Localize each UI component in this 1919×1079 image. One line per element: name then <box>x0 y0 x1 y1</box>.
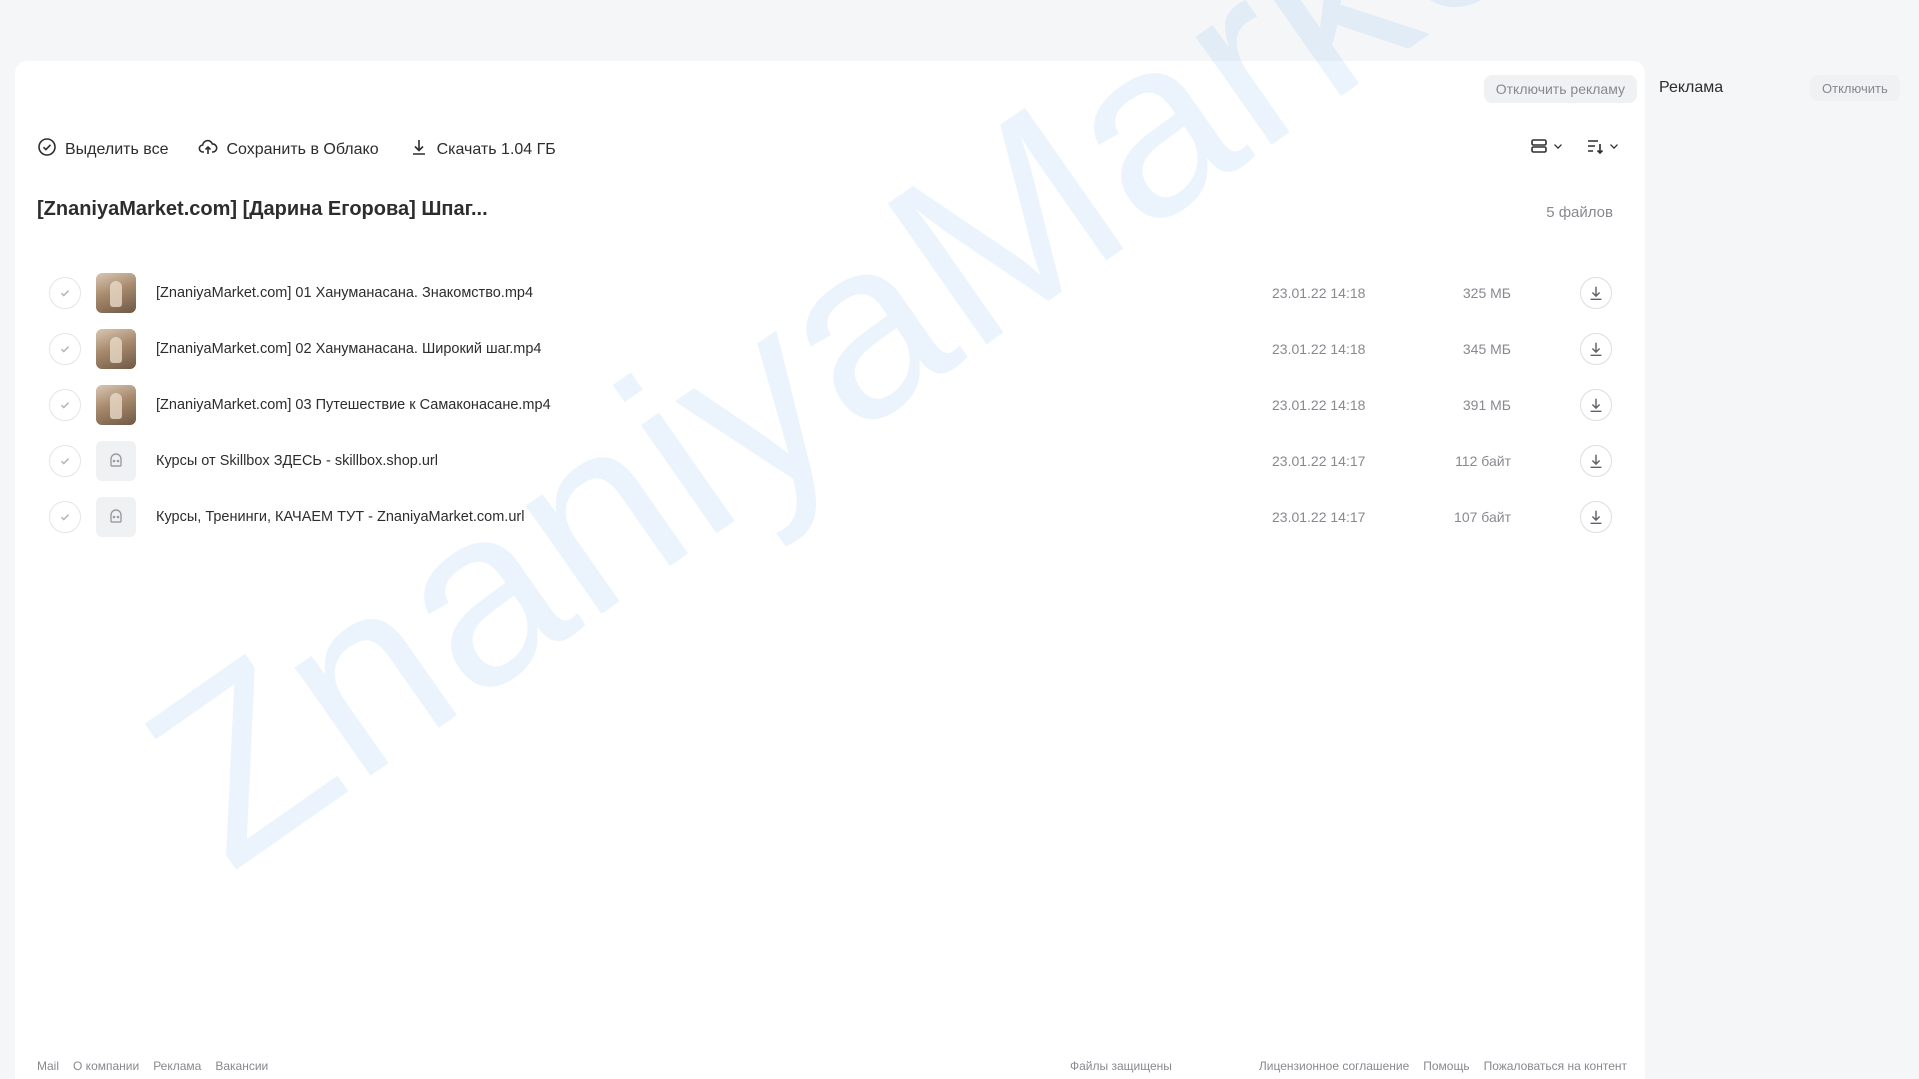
footer-link-jobs[interactable]: Вакансии <box>215 1059 268 1073</box>
sort-dropdown[interactable] <box>1585 136 1621 161</box>
file-row[interactable]: [ZnaniyaMarket.com] 01 Хануманасана. Зна… <box>47 265 1627 321</box>
file-row[interactable]: Курсы, Тренинги, КАЧАЕМ ТУТ - ZnaniyaMar… <box>47 489 1627 545</box>
file-size: 112 байт <box>1455 453 1511 469</box>
file-row[interactable]: [ZnaniyaMarket.com] 02 Хануманасана. Шир… <box>47 321 1627 377</box>
list-view-icon <box>1529 136 1549 161</box>
file-download-button[interactable] <box>1580 389 1612 421</box>
link-file-thumbnail <box>96 441 136 481</box>
file-list: [ZnaniyaMarket.com] 01 Хануманасана. Зна… <box>47 265 1627 545</box>
file-name[interactable]: [ZnaniyaMarket.com] 02 Хануманасана. Шир… <box>156 341 541 357</box>
chevron-down-icon <box>1551 139 1565 158</box>
file-date: 23.01.22 14:17 <box>1272 453 1366 469</box>
row-checkbox[interactable] <box>49 501 81 533</box>
download-icon <box>1590 342 1602 357</box>
footer-link-report[interactable]: Пожаловаться на контент <box>1484 1059 1627 1073</box>
row-checkbox[interactable] <box>49 333 81 365</box>
download-icon <box>1590 454 1602 469</box>
view-mode-dropdown[interactable] <box>1529 136 1565 161</box>
download-icon <box>1590 510 1602 525</box>
check-circle-icon <box>37 137 57 162</box>
file-size: 325 МБ <box>1462 285 1511 301</box>
chevron-down-icon <box>1607 139 1621 158</box>
file-download-button[interactable] <box>1580 277 1612 309</box>
footer-link-mail[interactable]: Mail <box>37 1059 59 1073</box>
file-date: 23.01.22 14:17 <box>1272 509 1366 525</box>
checkmark-icon <box>61 346 70 353</box>
disable-ads-button[interactable]: Отключить рекламу <box>1483 75 1637 103</box>
file-date: 23.01.22 14:18 <box>1272 397 1366 413</box>
file-name[interactable]: Курсы от Skillbox ЗДЕСЬ - skillbox.shop.… <box>156 453 438 469</box>
save-to-cloud-button[interactable]: Сохранить в Облако <box>198 137 379 162</box>
row-checkbox[interactable] <box>49 277 81 309</box>
toolbar: Выделить все Сохранить в Облако Скачать … <box>37 137 556 162</box>
row-checkbox[interactable] <box>49 445 81 477</box>
checkmark-icon <box>61 402 70 409</box>
main-panel: Отключить рекламу Выделить все Сохранить… <box>15 61 1645 1079</box>
download-icon <box>409 137 429 162</box>
video-thumbnail <box>96 273 136 313</box>
file-row[interactable]: Курсы от Skillbox ЗДЕСЬ - skillbox.shop.… <box>47 433 1627 489</box>
footer-link-ads[interactable]: Реклама <box>153 1059 201 1073</box>
sort-icon <box>1585 136 1605 161</box>
checkmark-icon <box>61 290 70 297</box>
link-file-icon <box>110 453 122 467</box>
footer-link-about[interactable]: О компании <box>73 1059 139 1073</box>
video-thumbnail <box>96 385 136 425</box>
footer-right-links: Лицензионное соглашение Помощь Пожаловат… <box>1259 1059 1627 1073</box>
view-controls <box>1529 136 1621 161</box>
video-thumbnail <box>96 329 136 369</box>
file-count: 5 файлов <box>1546 204 1613 221</box>
file-download-button[interactable] <box>1580 445 1612 477</box>
checkmark-icon <box>61 514 70 521</box>
file-date: 23.01.22 14:18 <box>1272 285 1366 301</box>
footer-link-license[interactable]: Лицензионное соглашение <box>1259 1059 1409 1073</box>
ads-sidebar-title: Реклама <box>1659 79 1724 96</box>
file-name[interactable]: [ZnaniyaMarket.com] 03 Путешествие к Сам… <box>156 397 551 413</box>
file-name[interactable]: Курсы, Тренинги, КАЧАЕМ ТУТ - ZnaniyaMar… <box>156 509 524 525</box>
file-size: 345 МБ <box>1462 341 1511 357</box>
save-to-cloud-label: Сохранить в Облако <box>226 140 379 158</box>
sidebar-disable-ads-button[interactable]: Отключить <box>1810 75 1900 101</box>
file-download-button[interactable] <box>1580 333 1612 365</box>
footer-left-links: Mail О компании Реклама Вакансии <box>37 1059 268 1073</box>
cloud-upload-icon <box>198 137 218 162</box>
folder-title: [ZnaniyaMarket.com] [Дарина Егорова] Шпа… <box>37 198 488 220</box>
files-protected-text: Файлы защищены <box>1070 1059 1172 1073</box>
file-date: 23.01.22 14:18 <box>1272 341 1366 357</box>
link-file-icon <box>110 509 122 523</box>
link-file-thumbnail <box>96 497 136 537</box>
row-checkbox[interactable] <box>49 389 81 421</box>
download-all-button[interactable]: Скачать 1.04 ГБ <box>409 137 556 162</box>
footer-link-help[interactable]: Помощь <box>1423 1059 1469 1073</box>
file-download-button[interactable] <box>1580 501 1612 533</box>
select-all-button[interactable]: Выделить все <box>37 137 168 162</box>
file-name[interactable]: [ZnaniyaMarket.com] 01 Хануманасана. Зна… <box>156 285 533 301</box>
file-row[interactable]: [ZnaniyaMarket.com] 03 Путешествие к Сам… <box>47 377 1627 433</box>
file-size: 107 байт <box>1454 509 1511 525</box>
select-all-label: Выделить все <box>65 140 169 158</box>
download-icon <box>1590 286 1602 301</box>
file-size: 391 МБ <box>1462 397 1511 413</box>
checkmark-icon <box>61 458 70 465</box>
download-all-label: Скачать 1.04 ГБ <box>436 140 556 158</box>
download-icon <box>1590 398 1602 413</box>
